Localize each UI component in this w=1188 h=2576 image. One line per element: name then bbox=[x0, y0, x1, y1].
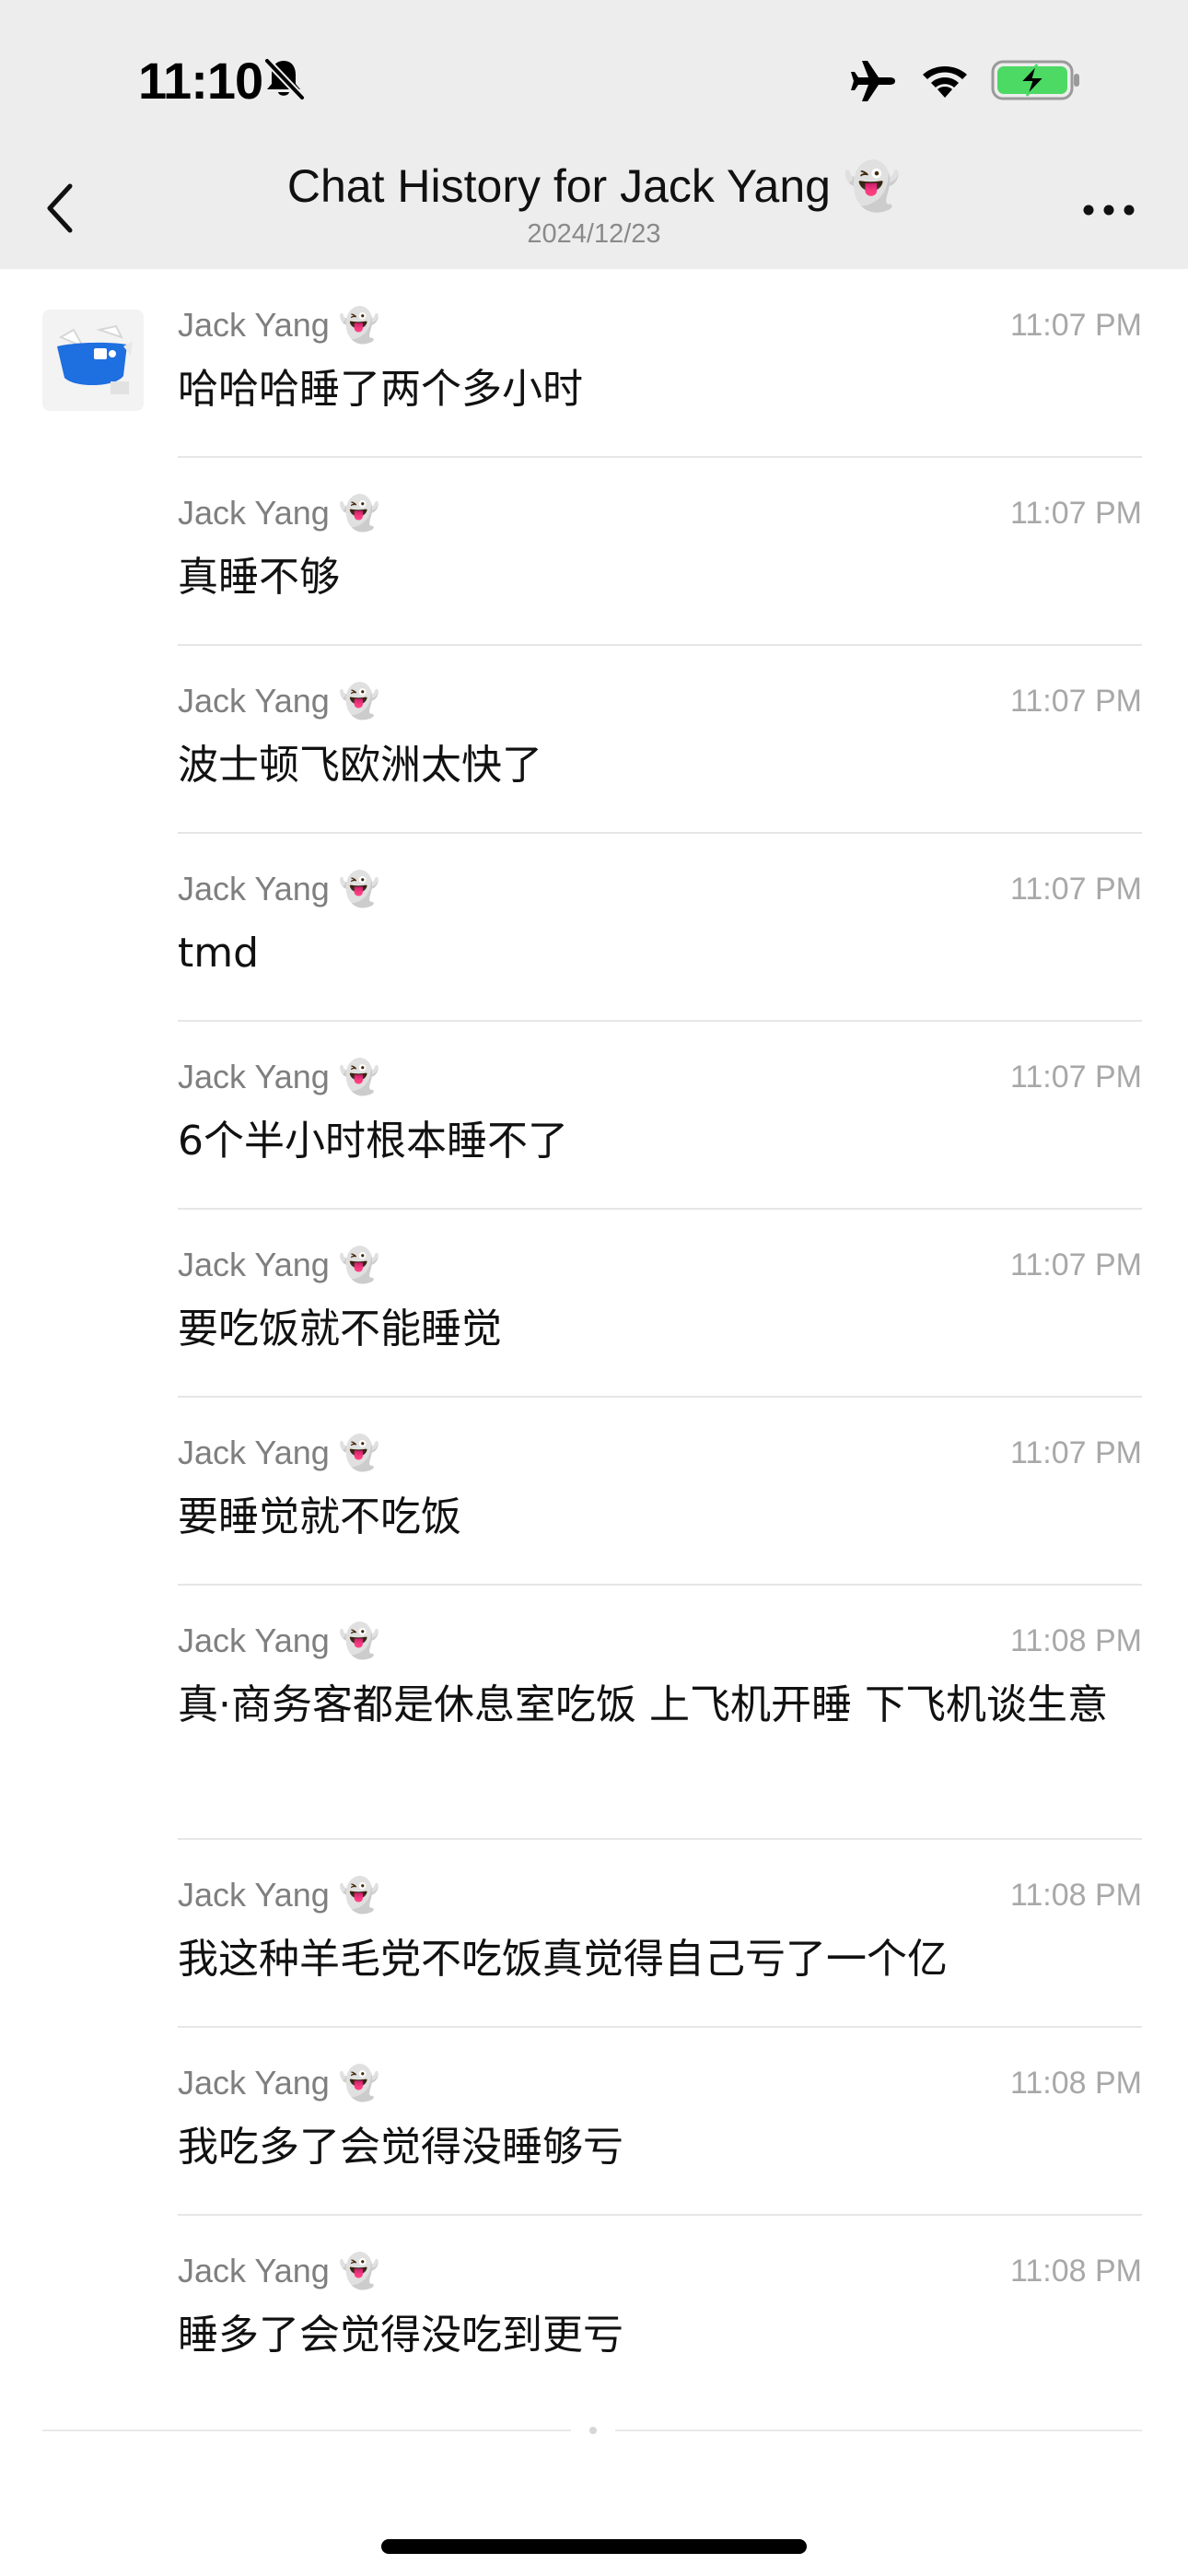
sender-name: Jack Yang 👻 bbox=[178, 682, 380, 720]
airplane-icon bbox=[851, 61, 895, 101]
message-time: 11:07 PM bbox=[1009, 308, 1142, 343]
sender-name: Jack Yang 👻 bbox=[178, 1058, 380, 1095]
top-bar: 11:10 Chat History for Jack Yang 👻 2024/… bbox=[0, 0, 1188, 269]
divider bbox=[178, 1208, 1142, 1210]
battery-charging-icon bbox=[991, 60, 1079, 100]
divider bbox=[178, 644, 1142, 646]
bell-slash-icon bbox=[263, 57, 306, 101]
avatar-image bbox=[42, 310, 144, 411]
sender-name: Jack Yang 👻 bbox=[178, 2064, 380, 2102]
sender-name: Jack Yang 👻 bbox=[178, 1246, 380, 1283]
sender-name: Jack Yang 👻 bbox=[178, 2252, 380, 2289]
message-text[interactable]: tmd bbox=[178, 922, 1126, 985]
sender-name: Jack Yang 👻 bbox=[178, 1876, 380, 1914]
sender-name: Jack Yang 👻 bbox=[178, 870, 380, 907]
wifi-icon bbox=[923, 66, 967, 98]
divider bbox=[178, 456, 1142, 458]
message-text[interactable]: 我这种羊毛党不吃饭真觉得自己亏了一个亿 bbox=[178, 1928, 1126, 1991]
divider bbox=[178, 1838, 1142, 1840]
avatar[interactable] bbox=[42, 310, 144, 411]
divider bbox=[178, 1396, 1142, 1398]
end-of-list-dot bbox=[589, 2427, 597, 2434]
status-time: 11:10 bbox=[138, 52, 263, 110]
page-subtitle-date: 2024/12/23 bbox=[527, 219, 661, 249]
message-time: 11:08 PM bbox=[1009, 1878, 1142, 1913]
sender-name: Jack Yang 👻 bbox=[178, 306, 380, 344]
divider bbox=[178, 2026, 1142, 2028]
divider bbox=[178, 1584, 1142, 1586]
end-divider-right bbox=[615, 2430, 1142, 2431]
message-text[interactable]: 我吃多了会觉得没睡够亏 bbox=[178, 2116, 1126, 2179]
message-time: 11:07 PM bbox=[1009, 872, 1142, 907]
message-time: 11:07 PM bbox=[1009, 1060, 1142, 1095]
sender-name: Jack Yang 👻 bbox=[178, 494, 380, 532]
more-dots-icon[interactable] bbox=[1079, 201, 1138, 219]
message-time: 11:07 PM bbox=[1009, 684, 1142, 719]
message-time: 11:07 PM bbox=[1009, 496, 1142, 531]
message-text[interactable]: 哈哈哈睡了两个多小时 bbox=[178, 358, 1126, 421]
message-time: 11:07 PM bbox=[1009, 1435, 1142, 1470]
message-text[interactable]: 6个半小时根本睡不了 bbox=[178, 1110, 1126, 1173]
message-time: 11:07 PM bbox=[1009, 1247, 1142, 1282]
message-text[interactable]: 要睡觉就不吃饭 bbox=[178, 1486, 1126, 1549]
home-indicator[interactable] bbox=[381, 2539, 807, 2554]
message-time: 11:08 PM bbox=[1009, 1623, 1142, 1658]
message-text[interactable]: 波士顿飞欧洲太快了 bbox=[178, 734, 1126, 797]
page-title: Chat History for Jack Yang 👻 bbox=[286, 160, 902, 212]
message-time: 11:08 PM bbox=[1009, 2066, 1142, 2101]
message-text[interactable]: 要吃饭就不能睡觉 bbox=[178, 1298, 1126, 1361]
message-text[interactable]: 睡多了会觉得没吃到更亏 bbox=[178, 2304, 1126, 2367]
divider bbox=[178, 1020, 1142, 1022]
sender-name: Jack Yang 👻 bbox=[178, 1622, 380, 1659]
divider bbox=[178, 2214, 1142, 2216]
message-text[interactable]: 真睡不够 bbox=[178, 546, 1126, 609]
end-divider-left bbox=[42, 2430, 571, 2431]
message-time: 11:08 PM bbox=[1009, 2254, 1142, 2289]
divider bbox=[178, 832, 1142, 834]
message-text[interactable]: 真·商务客都是休息室吃饭 上飞机开睡 下飞机谈生意 bbox=[178, 1674, 1126, 1737]
sender-name: Jack Yang 👻 bbox=[178, 1434, 380, 1471]
